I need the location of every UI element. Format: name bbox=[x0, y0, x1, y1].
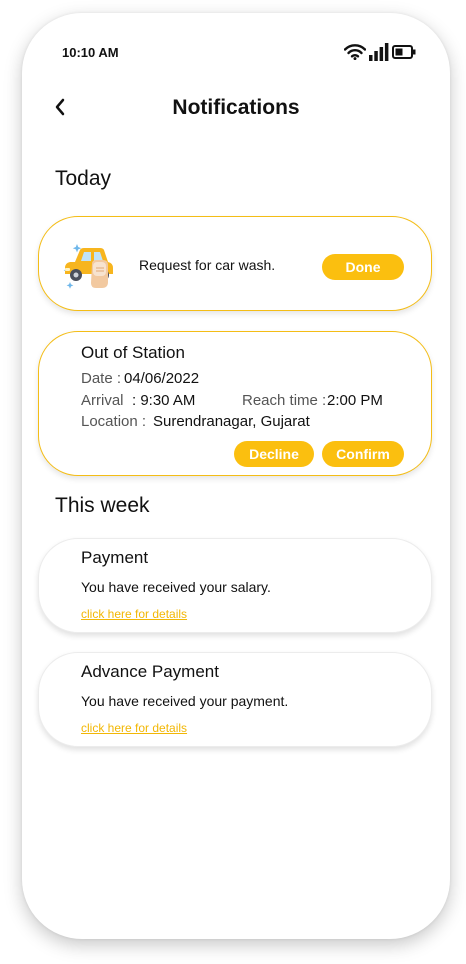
advance-payment-notification-card: Advance Payment You have received your p… bbox=[38, 652, 432, 747]
arrival-label: Arrival bbox=[81, 392, 124, 409]
wifi-icon bbox=[343, 44, 367, 65]
car-wash-message: Request for car wash. bbox=[139, 257, 276, 273]
battery-icon bbox=[392, 45, 416, 64]
out-of-station-card: Out of Station Date : 04/06/2022 Arrival… bbox=[38, 331, 432, 476]
section-title-this-week: This week bbox=[55, 494, 150, 517]
phone-frame: 10:10 AM Notifications Today Request for… bbox=[22, 13, 450, 939]
payment-message: You have received your salary. bbox=[81, 579, 271, 595]
status-time: 10:10 AM bbox=[62, 45, 119, 60]
location-label: Location : bbox=[81, 413, 147, 430]
done-button[interactable]: Done bbox=[322, 254, 404, 280]
advance-payment-title: Advance Payment bbox=[81, 662, 219, 681]
status-icons bbox=[343, 43, 416, 66]
reach-time-label: Reach time : bbox=[242, 392, 327, 409]
confirm-button[interactable]: Confirm bbox=[322, 441, 404, 467]
station-title: Out of Station bbox=[81, 343, 185, 362]
date-value: 04/06/2022 bbox=[124, 370, 200, 387]
payment-title: Payment bbox=[81, 548, 149, 567]
arrival-value: : 9:30 AM bbox=[132, 392, 196, 409]
signal-icon bbox=[369, 43, 389, 66]
advance-payment-details-link[interactable]: click here for details bbox=[81, 721, 187, 735]
page-title: Notifications bbox=[172, 96, 300, 119]
payment-notification-card: Payment You have received your salary. c… bbox=[38, 538, 432, 633]
section-title-today: Today bbox=[55, 167, 112, 190]
location-value: Surendranagar, Gujarat bbox=[153, 413, 310, 430]
car-wash-icon bbox=[63, 238, 117, 295]
date-label: Date : bbox=[81, 370, 122, 387]
payment-details-link[interactable]: click here for details bbox=[81, 607, 187, 621]
advance-payment-message: You have received your payment. bbox=[81, 693, 289, 709]
reach-time-value: 2:00 PM bbox=[327, 392, 383, 409]
decline-button[interactable]: Decline bbox=[234, 441, 314, 467]
car-wash-notification-card: Request for car wash. Done bbox=[38, 216, 432, 311]
